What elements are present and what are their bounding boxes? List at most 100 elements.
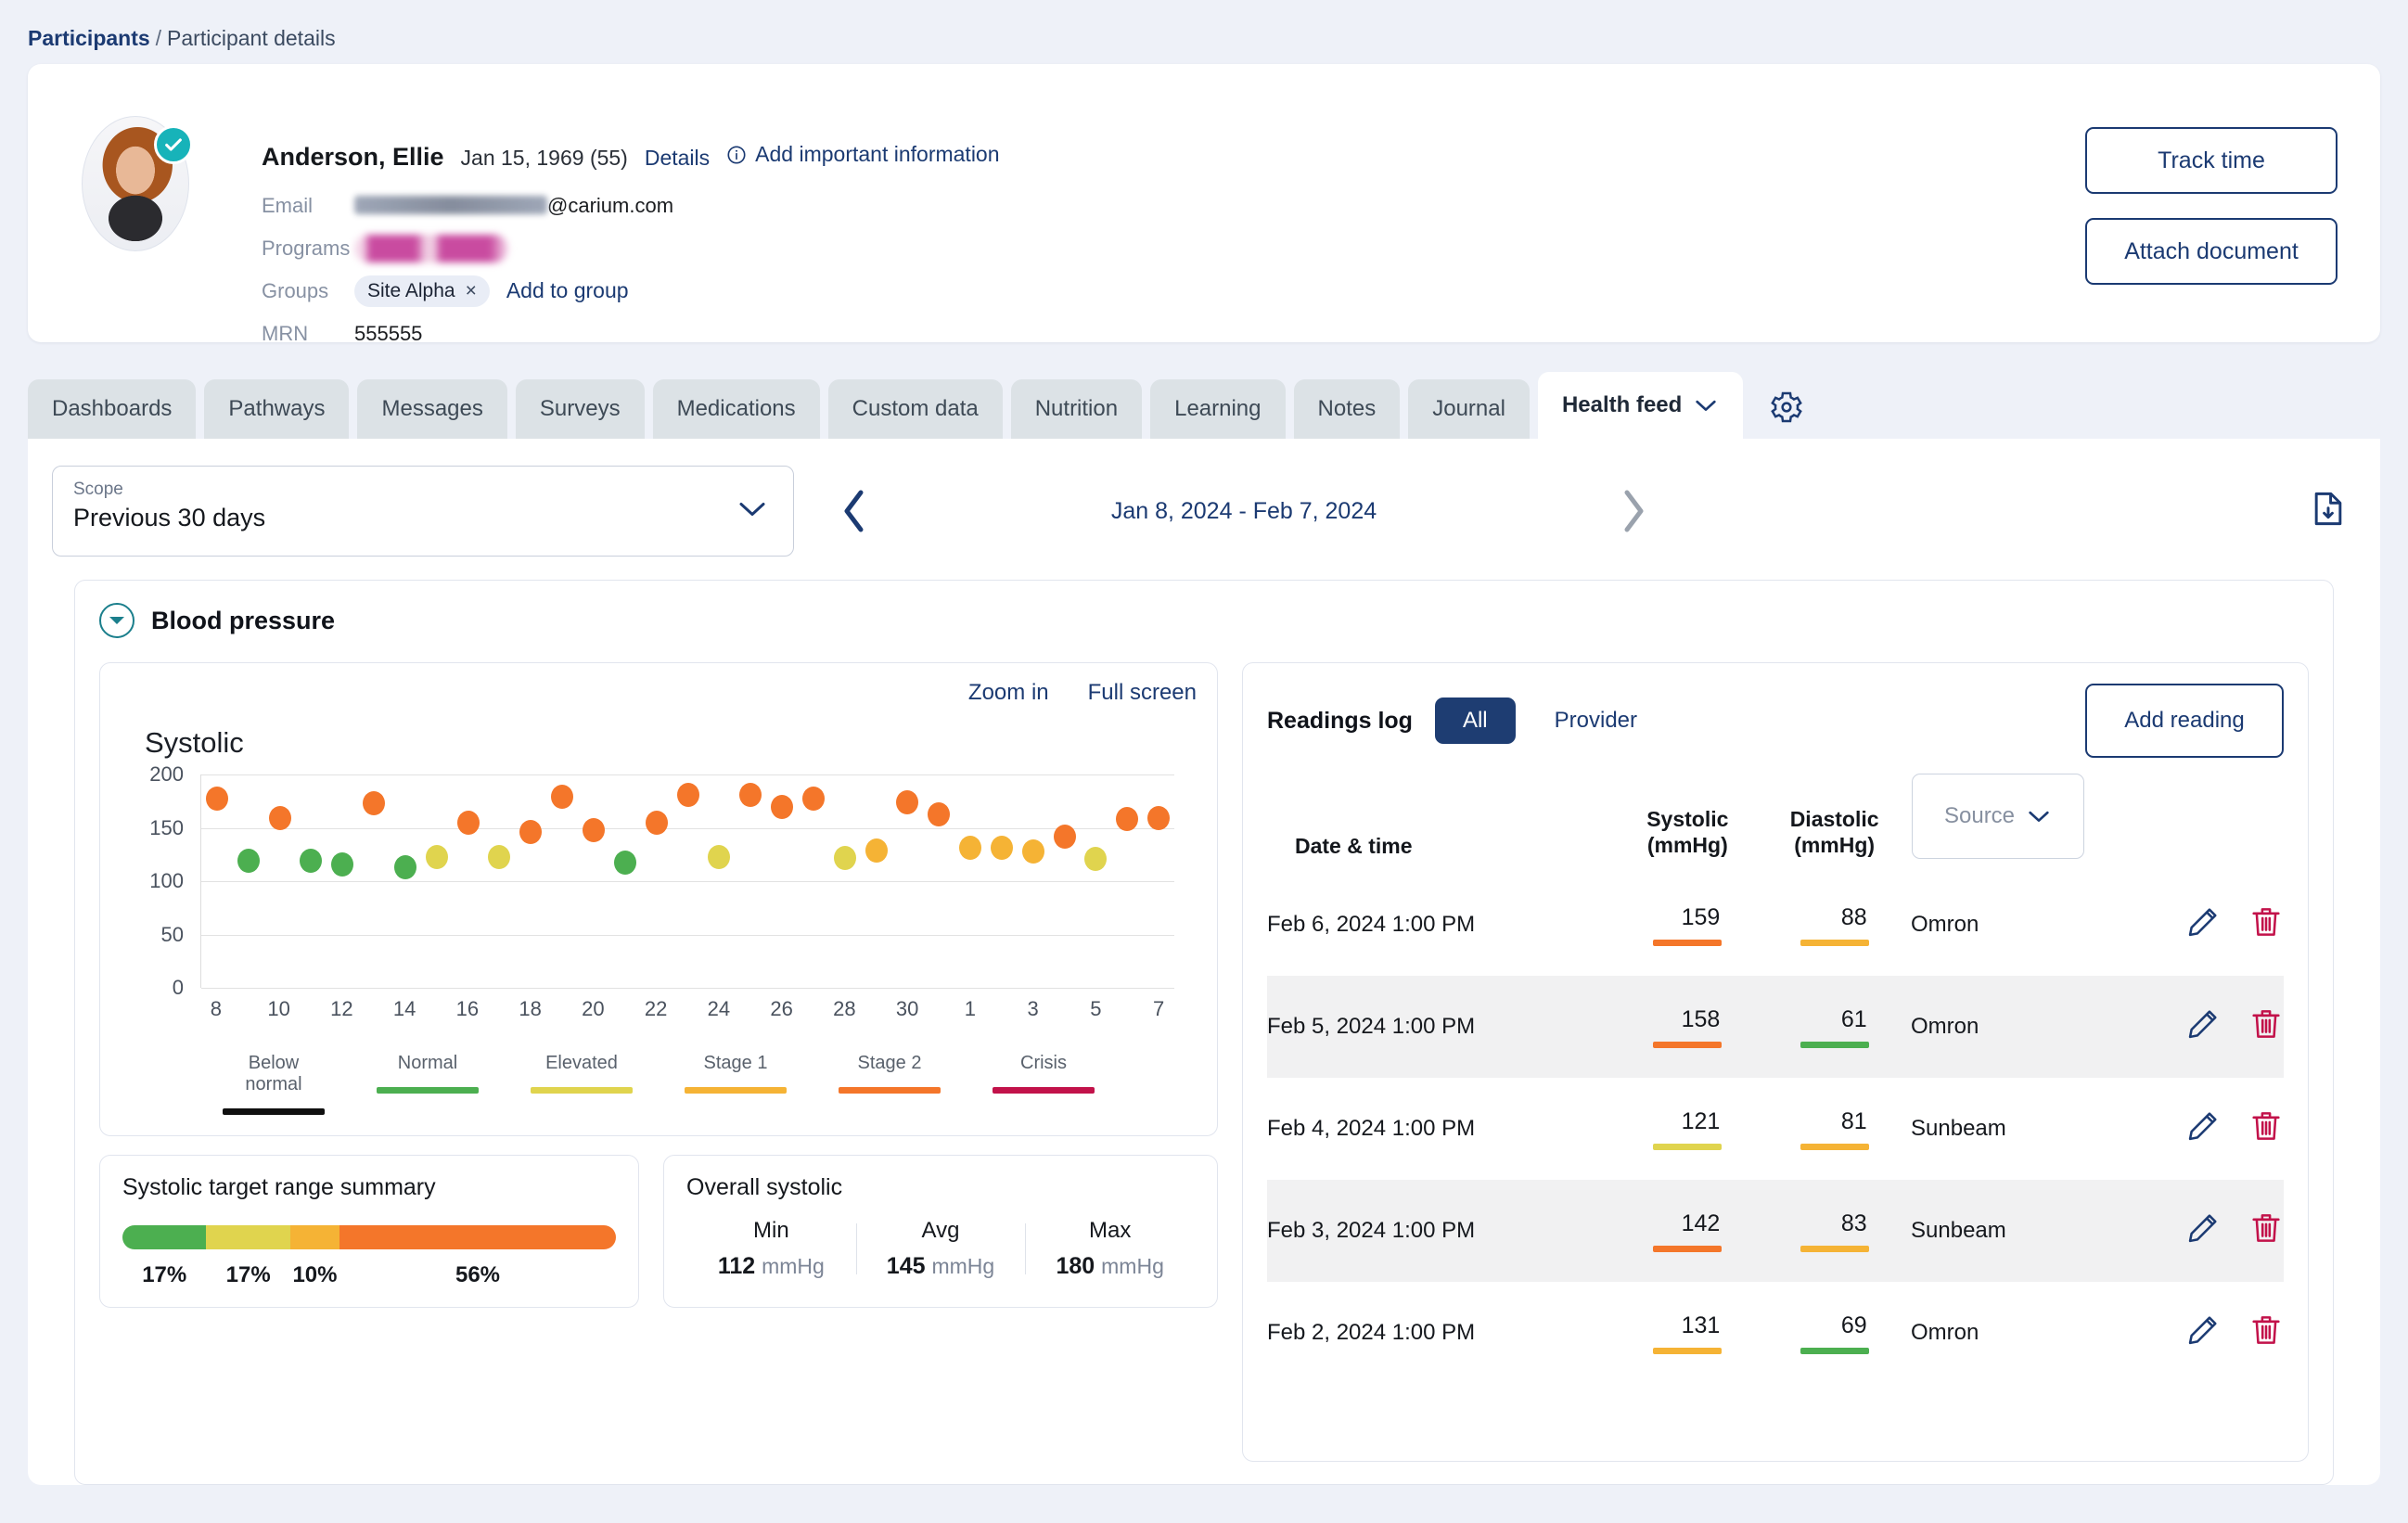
data-point[interactable] [1116,807,1139,832]
group-chip-site-alpha[interactable]: Site Alpha × [354,275,490,307]
tab-journal[interactable]: Journal [1408,379,1530,439]
data-point[interactable] [237,849,260,874]
data-point[interactable] [551,785,574,810]
table-row[interactable]: Feb 5, 2024 1:00 PM 158 61 Omron [1267,976,2284,1078]
add-important-information-link[interactable]: Add important information [726,142,1000,167]
data-point[interactable] [268,806,291,831]
tab-custom-data[interactable]: Custom data [827,379,1003,439]
export-download-icon[interactable] [2308,489,2349,534]
data-point[interactable] [739,782,762,807]
delete-reading-icon[interactable] [2248,1210,2284,1252]
range-segment-percent: 56% [455,1262,501,1287]
edit-reading-icon[interactable] [2185,904,2221,946]
data-point[interactable] [1084,846,1108,871]
edit-reading-icon[interactable] [2185,1006,2221,1048]
cell-datetime: Feb 5, 2024 1:00 PM [1267,976,1618,1078]
data-point[interactable] [1021,838,1044,864]
collapse-toggle-icon[interactable] [99,603,134,638]
attach-document-button[interactable]: Attach document [2085,218,2338,285]
edit-reading-icon[interactable] [2185,1312,2221,1354]
tab-health-feed[interactable]: Health feed [1537,372,1744,439]
data-point[interactable] [865,838,888,863]
gear-icon[interactable] [1768,389,1805,430]
data-point[interactable] [801,787,825,812]
data-point[interactable] [613,851,636,876]
data-point[interactable] [1053,824,1076,849]
edit-reading-icon[interactable] [2185,1210,2221,1252]
data-point[interactable] [425,844,448,869]
readings-filter-provider[interactable]: Provider [1527,698,1665,744]
gridline [201,827,1174,829]
add-to-group-link[interactable]: Add to group [506,278,629,303]
scope-select[interactable]: Scope Previous 30 days [52,466,794,557]
tab-medications[interactable]: Medications [652,379,820,439]
source-filter-select[interactable]: Source [1912,774,2085,859]
participant-info: Anderson, Ellie Jan 15, 1969 (55) Detail… [262,142,1000,350]
data-point[interactable] [676,782,699,807]
source-filter-placeholder: Source [1943,803,2016,828]
tab-surveys[interactable]: Surveys [515,379,645,439]
tab-pathways[interactable]: Pathways [204,379,350,439]
data-point[interactable] [645,810,668,835]
delete-reading-icon[interactable] [2248,1108,2284,1150]
edit-reading-icon[interactable] [2185,1108,2221,1150]
data-point[interactable] [363,791,386,816]
data-point[interactable] [205,787,228,812]
data-point[interactable] [896,789,919,814]
breadcrumb-participants-link[interactable]: Participants [28,26,150,50]
readings-filter-all[interactable]: All [1434,698,1516,744]
data-point[interactable] [519,820,543,845]
group-chip-remove-icon[interactable]: × [466,280,477,302]
add-reading-button[interactable]: Add reading [2085,684,2284,758]
systolic-value: 159 [1681,903,1721,930]
legend-item-swatch [531,1087,633,1094]
legend-item: Stage 1 [685,1053,787,1115]
data-point[interactable] [488,844,511,869]
data-point[interactable] [456,810,480,835]
range-segment [339,1225,616,1249]
legend-item: Stage 2 [839,1053,941,1115]
table-row[interactable]: Feb 4, 2024 1:00 PM 121 81 Sunbeam [1267,1078,2284,1180]
table-row[interactable]: Feb 3, 2024 1:00 PM 142 83 Sunbeam [1267,1180,2284,1282]
tab-dashboards[interactable]: Dashboards [28,379,197,439]
chevron-down-icon[interactable] [1693,396,1719,415]
cell-systolic: 158 [1617,976,1759,1078]
date-range-label[interactable]: Jan 8, 2024 - Feb 7, 2024 [1111,498,1377,524]
tab-learning[interactable]: Learning [1150,379,1286,439]
legend-item-swatch [377,1087,479,1094]
data-point[interactable] [582,817,605,842]
track-time-button[interactable]: Track time [2085,127,2338,194]
tab-label: Medications [676,396,796,421]
tab-label: Pathways [228,396,326,421]
data-point[interactable] [959,836,982,861]
data-point[interactable] [331,851,354,877]
data-point[interactable] [393,855,416,880]
data-point[interactable] [990,836,1013,861]
delete-reading-icon[interactable] [2248,1312,2284,1354]
full-screen-link[interactable]: Full screen [1088,680,1197,706]
next-period-button[interactable] [1614,485,1651,537]
health-feed-panel: Scope Previous 30 days Jan 8, 2024 - Feb… [28,439,2380,1485]
x-axis-tick: 14 [392,997,416,1020]
data-point[interactable] [1147,806,1171,831]
data-point[interactable] [708,844,731,869]
email-redacted [354,195,547,214]
tab-nutrition[interactable]: Nutrition [1010,379,1143,439]
delete-reading-icon[interactable] [2248,904,2284,946]
tab-notes[interactable]: Notes [1293,379,1401,439]
breadcrumb: Participants / Participant details [0,0,2408,64]
previous-period-button[interactable] [837,485,874,537]
zoom-in-link[interactable]: Zoom in [968,680,1049,706]
mrn-label: MRN [262,321,309,345]
data-point[interactable] [771,794,794,819]
delete-reading-icon[interactable] [2248,1006,2284,1048]
tab-messages[interactable]: Messages [357,379,507,439]
data-point[interactable] [928,801,951,826]
data-point[interactable] [833,845,856,870]
table-row[interactable]: Feb 2, 2024 1:00 PM 131 69 Omron [1267,1282,2284,1384]
details-link[interactable]: Details [645,146,710,171]
table-row[interactable]: Feb 6, 2024 1:00 PM 159 88 Omron [1267,874,2284,976]
data-point[interactable] [300,849,323,874]
range-segment [206,1225,290,1249]
cell-actions [2071,976,2284,1078]
